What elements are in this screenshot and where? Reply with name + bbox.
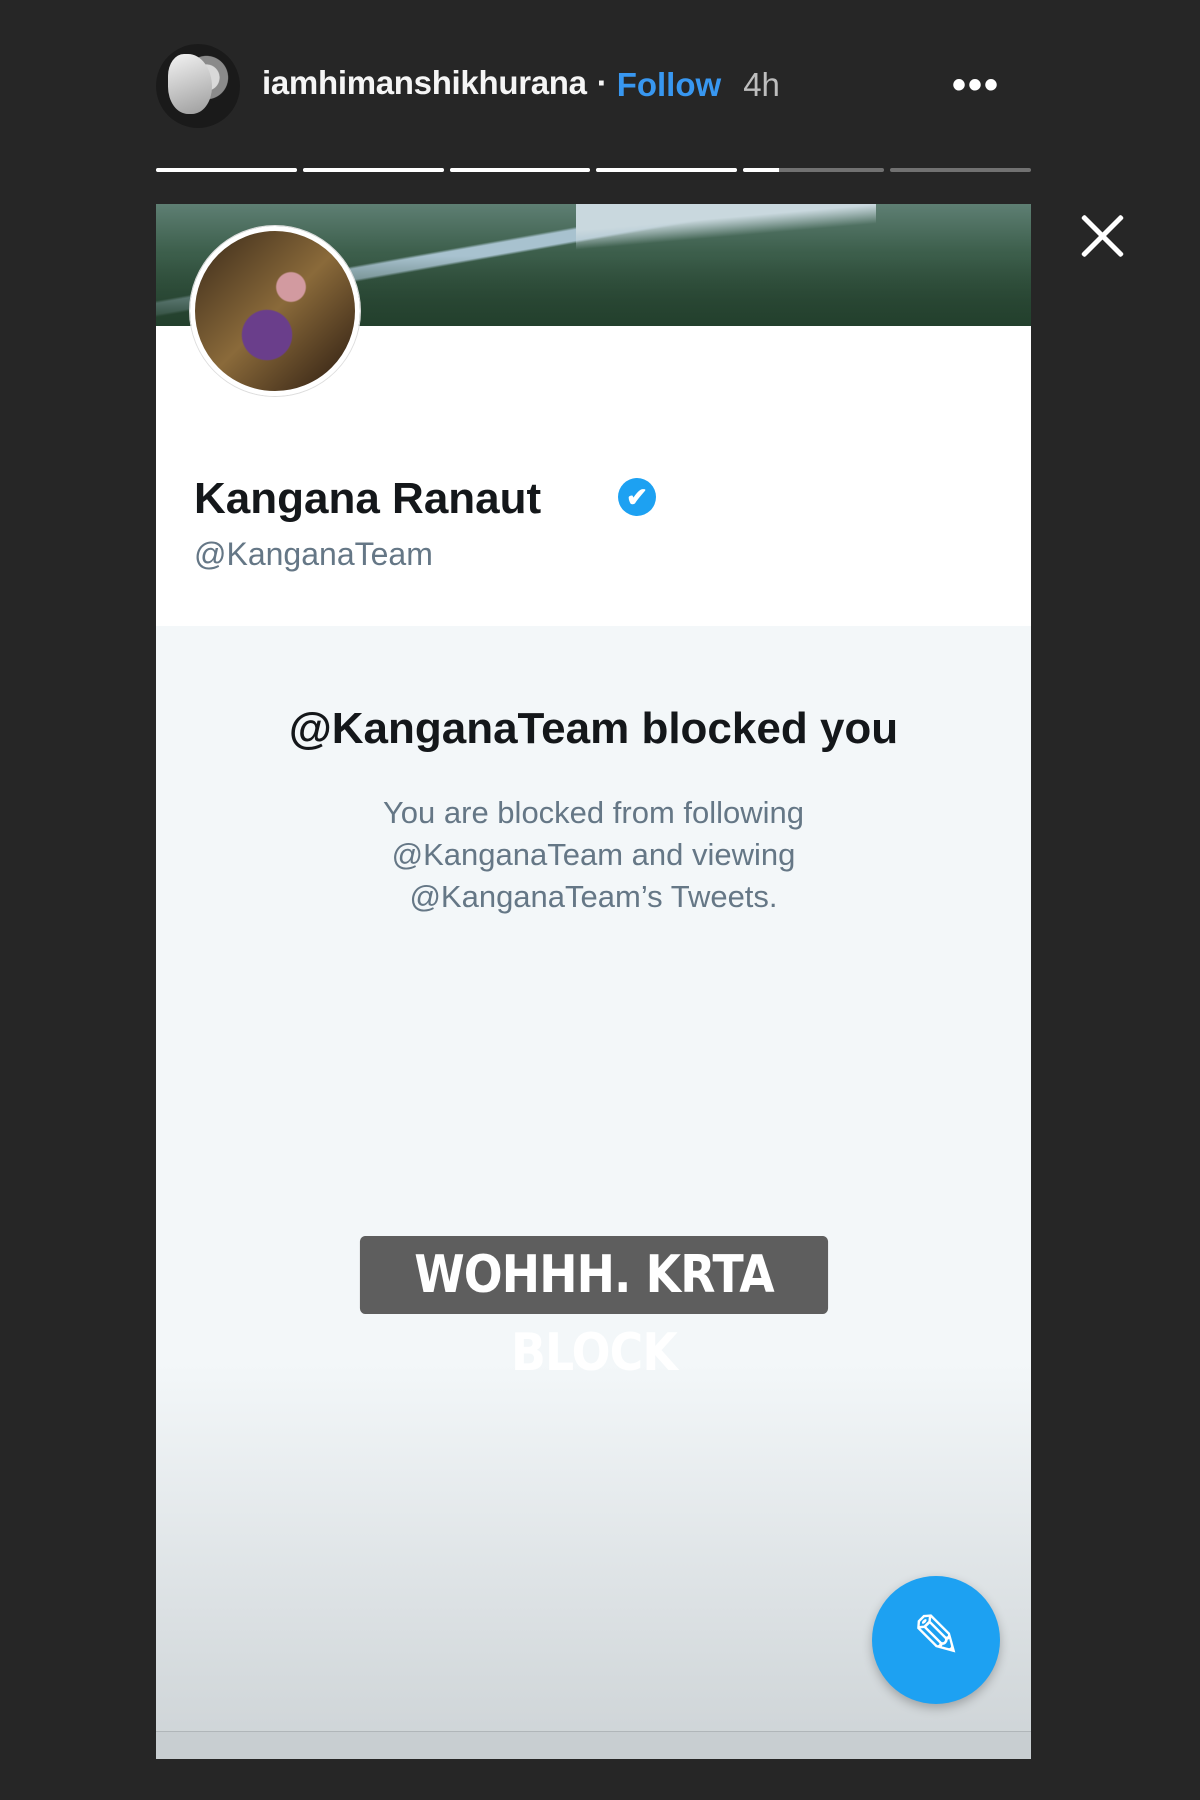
progress-segment-fill	[302, 168, 444, 172]
story-header: iamhimanshikhurana Follow 4h ••• ·	[156, 40, 1028, 130]
story-progress-bar	[156, 168, 1031, 172]
progress-segment	[890, 168, 1031, 172]
compose-tweet-icon: ✎	[911, 1603, 963, 1670]
progress-segment	[156, 168, 297, 172]
close-icon[interactable]	[1078, 212, 1126, 260]
header-separator: ·	[596, 64, 608, 101]
progress-segment-fill	[156, 168, 297, 172]
profile-name: Kangana Ranaut	[194, 474, 542, 523]
progress-segment-fill	[596, 168, 738, 172]
verified-badge-icon: ✔	[618, 478, 656, 516]
story-content-screenshot: Kangana Ranaut ✔ @KanganaTeam @KanganaTe…	[156, 204, 1031, 1759]
more-options-icon[interactable]: •••	[952, 65, 1012, 105]
story-timestamp: 4h	[743, 66, 780, 103]
follow-button[interactable]: Follow	[617, 66, 721, 104]
progress-segment	[449, 168, 591, 172]
compose-tweet-button[interactable]: ✎	[872, 1576, 1000, 1704]
blocked-description: You are blocked from following @KanganaT…	[382, 795, 805, 914]
profile-header: Kangana Ranaut ✔ @KanganaTeam	[156, 226, 1031, 626]
progress-segment	[302, 168, 444, 172]
user-avatar[interactable]	[156, 44, 240, 128]
blocked-title: @KanganaTeam blocked you	[288, 704, 899, 753]
progress-segment	[596, 168, 738, 172]
profile-handle: @KanganaTeam	[194, 536, 433, 572]
tab-bar	[156, 1731, 1031, 1759]
profile-picture	[190, 226, 360, 396]
progress-segment-fill	[743, 168, 779, 172]
story-username[interactable]: iamhimanshikhurana	[262, 64, 587, 102]
progress-segment	[743, 168, 885, 172]
progress-segment-fill	[449, 168, 591, 172]
story-text-sticker: WOHHH. KRTA BLOCK	[359, 1236, 829, 1383]
bottom-fade	[156, 1364, 1031, 1759]
